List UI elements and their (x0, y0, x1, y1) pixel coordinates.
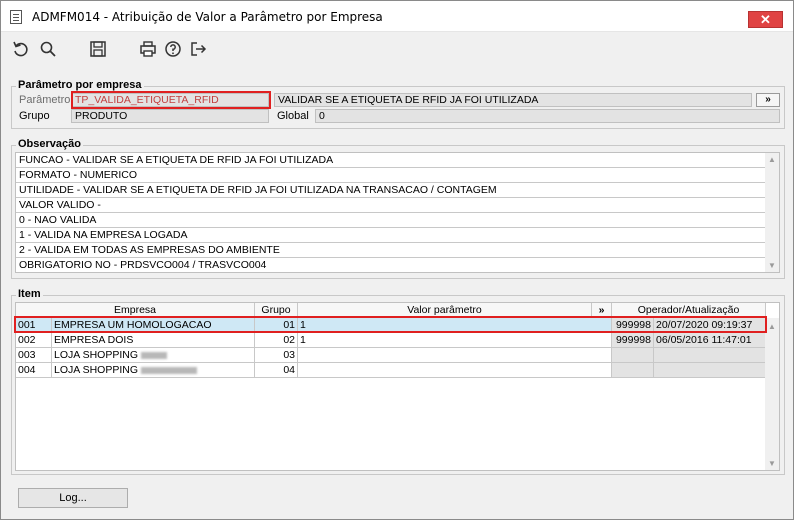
cell-code[interactable]: 002 (16, 333, 52, 348)
cell-empresa-redacted[interactable]: LOJA SHOPPING (52, 363, 255, 378)
help-icon[interactable] (163, 39, 183, 59)
search-icon[interactable] (38, 39, 58, 59)
redacted-blur (141, 351, 168, 359)
item-scrollbar[interactable]: ▲ ▼ (765, 318, 779, 470)
observacao-text[interactable]: FUNCAO - VALIDAR SE A ETIQUETA DE RFID J… (15, 152, 780, 273)
cell-atualizacao: 06/05/2016 11:47:01 (654, 333, 766, 348)
item-group-title: Item (16, 288, 43, 300)
obs-line: FUNCAO - VALIDAR SE A ETIQUETA DE RFID J… (16, 153, 766, 168)
cell-valor[interactable] (298, 348, 612, 363)
main-window: ADMFM014 - Atribuição de Valor a Parâmet… (0, 0, 794, 520)
obs-line: 1 - VALIDA NA EMPRESA LOGADA (16, 228, 766, 243)
obs-line: 0 - NAO VALIDA (16, 213, 766, 228)
obs-line: 2 - VALIDA EM TODAS AS EMPRESAS DO AMBIE… (16, 243, 766, 258)
cell-grupo[interactable]: 02 (255, 333, 298, 348)
obs-line: VALOR VALIDO - (16, 198, 766, 213)
parametro-highlight (71, 91, 271, 109)
close-button[interactable]: ✕ (748, 11, 783, 28)
obs-group-title: Observação (16, 138, 83, 150)
log-button[interactable]: Log... (18, 488, 128, 508)
grupo-label: Grupo (19, 110, 50, 122)
cell-valor[interactable]: 1 (298, 333, 612, 348)
param-group-title: Parâmetro por empresa (16, 79, 144, 91)
obs-scrollbar[interactable]: ▲ ▼ (765, 153, 779, 272)
scroll-down-icon[interactable]: ▼ (768, 459, 776, 468)
obs-line: FORMATO - NUMERICO (16, 168, 766, 183)
cell-empresa: LOJA SHOPPING (54, 349, 139, 361)
undo-icon[interactable] (11, 39, 31, 59)
save-icon[interactable] (88, 39, 108, 59)
cell-empresa: LOJA SHOPPING (54, 364, 139, 376)
toolbar (1, 33, 793, 65)
scroll-up-icon[interactable]: ▲ (768, 322, 776, 331)
cell-code[interactable]: 003 (16, 348, 52, 363)
parametro-description: VALIDAR SE A ETIQUETA DE RFID JA FOI UTI… (274, 93, 752, 107)
cell-empresa-redacted[interactable]: LOJA SHOPPING (52, 348, 255, 363)
cell-code[interactable]: 004 (16, 363, 52, 378)
global-field: 0 (315, 109, 780, 123)
exit-icon[interactable] (188, 39, 208, 59)
grupo-field: PRODUTO (71, 109, 269, 123)
scroll-up-icon[interactable]: ▲ (768, 155, 776, 164)
obs-line: OBRIGATORIO NO - PRDSVCO004 / TRASVCO004 (19, 259, 267, 271)
selected-row-highlight (14, 316, 767, 333)
document-icon (10, 10, 22, 24)
parametro-label: Parâmetro (19, 94, 71, 106)
print-icon[interactable] (138, 39, 158, 59)
cell-atualizacao (654, 363, 766, 378)
obs-line: UTILIDADE - VALIDAR SE A ETIQUETA DE RFI… (16, 183, 766, 198)
parametro-lookup-button[interactable]: » (756, 93, 780, 107)
cell-grupo[interactable]: 03 (255, 348, 298, 363)
cell-valor[interactable] (298, 363, 612, 378)
redacted-blur (141, 366, 198, 374)
window-title: ADMFM014 - Atribuição de Valor a Parâmet… (32, 10, 383, 24)
cell-empresa[interactable]: EMPRESA DOIS (52, 333, 255, 348)
scroll-down-icon[interactable]: ▼ (768, 261, 776, 270)
title-bar: ADMFM014 - Atribuição de Valor a Parâmet… (1, 1, 793, 32)
global-label: Global (277, 110, 309, 122)
cell-operador (612, 363, 654, 378)
cell-operador: 999998 (612, 333, 654, 348)
cell-operador (612, 348, 654, 363)
cell-grupo[interactable]: 04 (255, 363, 298, 378)
cell-atualizacao (654, 348, 766, 363)
